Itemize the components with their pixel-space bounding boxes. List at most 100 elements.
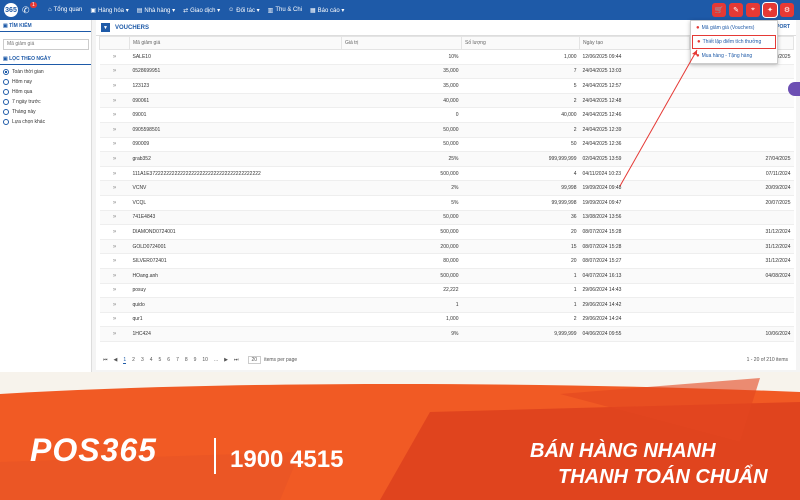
date-filter-option-label: Lựa chọn khác: [12, 118, 46, 125]
date-filter-option[interactable]: Toàn thời gian: [3, 67, 88, 77]
expand-row-icon[interactable]: »: [99, 122, 130, 138]
nav-item-0[interactable]: ⌂ Tổng quan: [48, 7, 82, 13]
page-size-select[interactable]: 20: [247, 356, 262, 364]
expand-row-icon[interactable]: »: [99, 64, 130, 80]
expand-row-icon[interactable]: »: [99, 239, 130, 255]
table-row[interactable]: » 741E4843 50,000 36 13/08/2024 13:56: [99, 210, 794, 226]
first-page-button[interactable]: ⏮: [103, 357, 108, 363]
page-number-button[interactable]: ...: [214, 357, 218, 363]
page-number-button[interactable]: 7: [176, 357, 179, 363]
collapse-sidebar-icon[interactable]: ▼: [101, 23, 110, 32]
nav-item-4[interactable]: ☺ Đối tác ▾: [228, 7, 260, 14]
column-header[interactable]: Mã giảm giá: [129, 36, 342, 50]
expand-row-icon[interactable]: »: [99, 326, 130, 342]
app-logo[interactable]: 365: [0, 0, 22, 20]
table-row[interactable]: » SILVER072401 80,000 20 08/07/2024 15:27 31/…: [99, 253, 794, 269]
page-number-button[interactable]: 3: [141, 357, 144, 363]
table-row[interactable]: » 0528699951 35,000 7 24/04/2025 13:03: [99, 64, 794, 80]
gift-icon[interactable]: ✦: [762, 2, 778, 18]
nav-item-3[interactable]: ⇄ Giao dịch ▾: [183, 7, 220, 14]
radio-button[interactable]: [3, 78, 9, 85]
cart-icon[interactable]: 🛒: [712, 3, 726, 17]
side-chat-handle[interactable]: [788, 82, 800, 96]
table-row[interactable]: » 09001 0 40,000 24/04/2025 12:46: [99, 107, 794, 123]
page-number-button[interactable]: 6: [167, 357, 170, 363]
table-row[interactable]: » VCQL 5% 99,999,998 19/09/2024 09:47 20/07/2…: [99, 195, 794, 211]
page-number-button[interactable]: 8: [185, 357, 188, 363]
date-filter-option[interactable]: 7 ngày trước: [3, 97, 88, 107]
location-icon[interactable]: ⌖: [746, 3, 760, 17]
nav-item-6[interactable]: ▦ Báo cáo ▾: [310, 7, 344, 14]
expand-row-icon[interactable]: »: [99, 78, 130, 94]
expand-row-icon[interactable]: »: [99, 166, 130, 182]
nav-item-1[interactable]: ▣ Hàng hóa ▾: [90, 7, 128, 14]
page-number-button[interactable]: 5: [159, 357, 162, 363]
radio-button[interactable]: [3, 88, 9, 95]
expand-row-icon[interactable]: »: [99, 268, 130, 284]
value-cell: 200,000: [341, 239, 462, 255]
prev-page-button[interactable]: ◀: [114, 357, 118, 363]
phone-icon[interactable]: ✆ 1: [22, 0, 37, 20]
last-page-button[interactable]: ⏭: [234, 357, 239, 363]
column-header[interactable]: [99, 36, 130, 50]
expand-row-icon[interactable]: »: [99, 151, 130, 167]
dropdown-item-0[interactable]: ● Mã giảm giá (Vouchers): [691, 21, 777, 35]
expand-row-icon[interactable]: »: [99, 180, 130, 196]
radio-button[interactable]: [3, 108, 9, 115]
expand-row-icon[interactable]: »: [99, 224, 130, 240]
expand-row-icon[interactable]: »: [99, 107, 130, 123]
page-number-button[interactable]: 9: [194, 357, 197, 363]
expand-row-icon[interactable]: »: [99, 137, 130, 153]
expand-row-icon[interactable]: »: [99, 93, 130, 109]
nav-item-5[interactable]: ▥ Thu & Chi: [268, 7, 302, 14]
date-filter-option[interactable]: Tháng này: [3, 107, 88, 117]
next-page-button[interactable]: ▶: [224, 357, 228, 363]
table-row[interactable]: » GOLD0724001 200,000 15 08/07/2024 15:28 31/…: [99, 239, 794, 255]
created-date-cell: 24/04/2025 12:39: [579, 122, 690, 138]
voucher-code-cell: 1HC424: [129, 326, 342, 342]
date-filter-option[interactable]: Hôm qua: [3, 87, 88, 97]
expiry-date-cell: 07/11/2024: [689, 166, 794, 182]
page-number-button[interactable]: 10: [202, 357, 208, 363]
radio-button[interactable]: [3, 98, 9, 105]
expand-row-icon[interactable]: »: [99, 297, 130, 313]
page-number-button[interactable]: 1: [123, 357, 127, 364]
table-row[interactable]: » 123123 35,000 5 24/04/2025 12:57: [99, 78, 794, 94]
expand-row-icon[interactable]: »: [99, 253, 130, 269]
edit-icon[interactable]: ✎: [729, 3, 743, 17]
column-header[interactable]: Số lượng: [461, 36, 580, 50]
vouchers-table: Mã giảm giá Giá trị Số lượng Ngày tạo » SALE…: [99, 36, 794, 342]
table-row[interactable]: » grab352 25% 999,999,999 02/04/2025 13:59 27…: [99, 151, 794, 167]
expand-row-icon[interactable]: »: [99, 195, 130, 211]
radio-button[interactable]: [3, 118, 9, 125]
dropdown-item-2[interactable]: ● Mua hàng - Tặng hàng: [691, 49, 777, 63]
export-button[interactable]: PORT: [776, 24, 790, 30]
table-row[interactable]: » 090009 50,000 50 24/04/2025 12:36: [99, 137, 794, 153]
table-row[interactable]: » 0905598501 50,000 2 24/04/2025 12:39: [99, 122, 794, 138]
voucher-search-input[interactable]: [3, 38, 89, 50]
page-number-button[interactable]: 2: [132, 357, 135, 363]
dropdown-item-1[interactable]: ● Thiết lập điểm tích thưởng: [692, 35, 776, 49]
table-row[interactable]: » VCNV 2% 99,998 19/09/2024 09:48 20/09/2024: [99, 180, 794, 196]
gear-icon[interactable]: ⚙: [780, 3, 794, 17]
table-row[interactable]: » HOang.anh 500,000 1 04/07/2024 16:13 04/08/…: [99, 268, 794, 284]
expand-row-icon[interactable]: »: [99, 283, 130, 299]
date-filter-option[interactable]: Hôm nay: [3, 77, 88, 87]
table-row[interactable]: » 111A1E372222222222222222222222222222222…: [99, 166, 794, 182]
column-header[interactable]: Giá trị: [341, 36, 462, 50]
table-row[interactable]: » 1HC424 9% 9,999,999 04/06/2024 09:55 10/06/…: [99, 326, 794, 342]
nav-item-2[interactable]: ▤ Nhà hàng ▾: [137, 7, 175, 14]
column-header[interactable]: Ngày tạo: [579, 36, 690, 50]
expand-row-icon[interactable]: »: [99, 210, 130, 226]
expand-row-icon[interactable]: »: [99, 312, 130, 328]
table-row[interactable]: » qur1 1,000 2 29/06/2024 14:24: [99, 312, 794, 328]
expand-row-icon[interactable]: »: [99, 49, 130, 65]
quantity-cell: 1: [461, 283, 580, 299]
table-row[interactable]: » DIAMOND0724001 500,000 20 08/07/2024 15:28…: [99, 224, 794, 240]
date-filter-option[interactable]: Lựa chọn khác: [3, 117, 88, 127]
table-row[interactable]: » 090061 40,000 2 24/04/2025 12:48: [99, 93, 794, 109]
page-number-button[interactable]: 4: [150, 357, 153, 363]
table-row[interactable]: » posuy 22,222 1 29/06/2024 14:43: [99, 283, 794, 299]
radio-button[interactable]: [3, 68, 9, 75]
table-row[interactable]: » quido 1 1 29/06/2024 14:42: [99, 297, 794, 313]
